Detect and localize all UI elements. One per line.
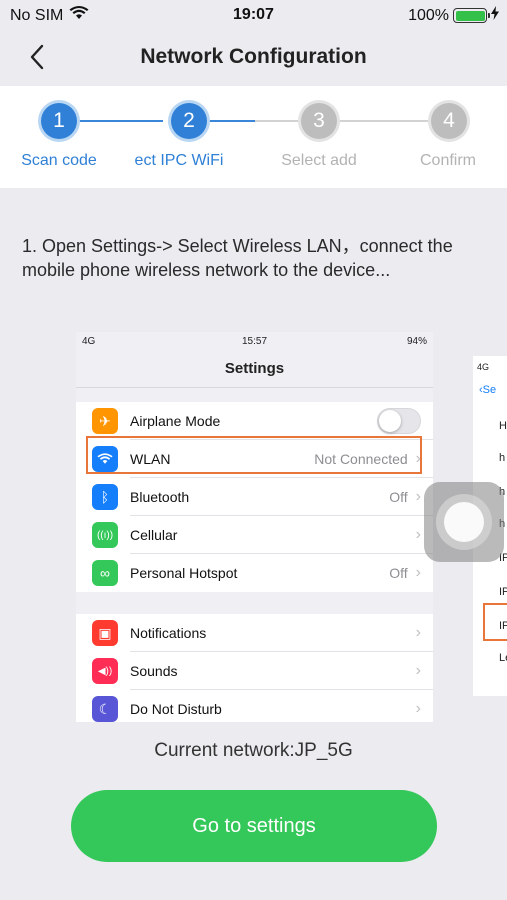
cellular-icon: ((ı)) (92, 522, 118, 548)
step-connector-3 (337, 120, 429, 122)
row-label: Do Not Disturb (130, 701, 222, 717)
sounds-row: ◀)) Sounds › (76, 652, 433, 690)
chevron-right-icon: › (415, 564, 421, 581)
airplane-mode-row: ✈ Airplane Mode (76, 402, 433, 440)
shot2-item: IP (499, 586, 507, 598)
battery-percent: 100% (408, 6, 449, 24)
step-3-circle: 3 (301, 103, 337, 139)
settings-screenshot: 4G 15:57 94% Settings ✈ Airplane Mode WL… (76, 332, 433, 722)
step-1-label: Scan code (21, 152, 97, 169)
personal-hotspot-row: ∞ Personal Hotspot Off › (76, 554, 433, 592)
step-2-label: ect IPC WiFi (134, 152, 224, 169)
screenshot-battery: 94% (406, 336, 427, 347)
settings-group-2: ▣ Notifications › ◀)) Sounds › ☾ Do Not … (76, 614, 433, 722)
step-connector-2-rest (255, 120, 299, 122)
row-value: Off (389, 565, 408, 581)
shot2-item: Le (499, 652, 507, 664)
chevron-right-icon: › (415, 623, 421, 641)
row-value: Off (389, 488, 408, 505)
chevron-right-icon: › (415, 700, 421, 717)
row-label: Notifications (130, 624, 207, 641)
status-bar: No SIM 19:07 100% (0, 0, 507, 30)
progress-stepper: 1 2 3 4 Scan code ect IPC WiFi Select ad… (0, 86, 507, 188)
shot2-item: H (499, 420, 507, 432)
chevron-right-icon: › (415, 661, 421, 679)
bluetooth-icon: ᛒ (92, 484, 118, 510)
chevron-right-icon: › (415, 487, 421, 505)
wlan-highlight-box (86, 436, 422, 474)
charging-icon (491, 6, 499, 25)
go-to-settings-button[interactable]: Go to settings (71, 790, 437, 862)
row-label: Sounds (130, 662, 178, 679)
instruction-text: 1. Open Settings-> Select Wireless LAN，c… (22, 236, 453, 280)
airplane-toggle (377, 407, 421, 434)
cellular-row: ((ı)) Cellular › (76, 516, 433, 554)
current-network-label: Current network:JP_5G (154, 740, 353, 761)
status-right: 100% (408, 6, 499, 25)
row-label: Bluetooth (130, 488, 190, 505)
assistive-touch-icon (436, 494, 492, 550)
shot2-highlight-box (483, 603, 507, 641)
screenshot-title: Settings (76, 352, 433, 388)
row-label: Airplane Mode (130, 412, 221, 429)
shot2-item: h (499, 452, 506, 464)
do-not-disturb-icon: ☾ (92, 696, 118, 722)
step-4-circle: 4 (431, 103, 467, 139)
airplane-icon: ✈ (92, 408, 118, 434)
row-label: Cellular (130, 526, 178, 543)
row-label: Personal Hotspot (130, 565, 238, 581)
page-title: Network Configuration (140, 45, 367, 68)
chevron-right-icon: › (415, 525, 421, 543)
sounds-icon: ◀)) (92, 658, 118, 684)
settings-group-1: ✈ Airplane Mode WLAN Not Connected › ᛒ Bl… (76, 402, 433, 592)
bluetooth-row: ᛒ Bluetooth Off › (76, 478, 433, 516)
notifications-row: ▣ Notifications › (76, 614, 433, 652)
step-connector-2-progress (207, 120, 255, 122)
notifications-icon: ▣ (92, 620, 118, 646)
battery-icon (453, 8, 490, 23)
do-not-disturb-row: ☾ Do Not Disturb › (76, 690, 433, 722)
step-4-label: Confirm (419, 152, 476, 169)
step-1-circle: 1 (41, 103, 77, 139)
screenshot-time: 15:57 (241, 336, 268, 347)
shot2-back: ‹Se (479, 384, 497, 396)
navigation-bar: Network Configuration (0, 30, 507, 86)
shot2-signal: 4G (477, 362, 490, 372)
step-2-circle: 2 (171, 103, 207, 139)
hotspot-icon: ∞ (92, 560, 118, 586)
step-connector-1 (77, 120, 163, 122)
step-3-label: Select add (281, 152, 357, 169)
screenshot-status-bar: 4G 15:57 94% (76, 332, 433, 352)
assistive-touch-button[interactable] (424, 482, 504, 562)
